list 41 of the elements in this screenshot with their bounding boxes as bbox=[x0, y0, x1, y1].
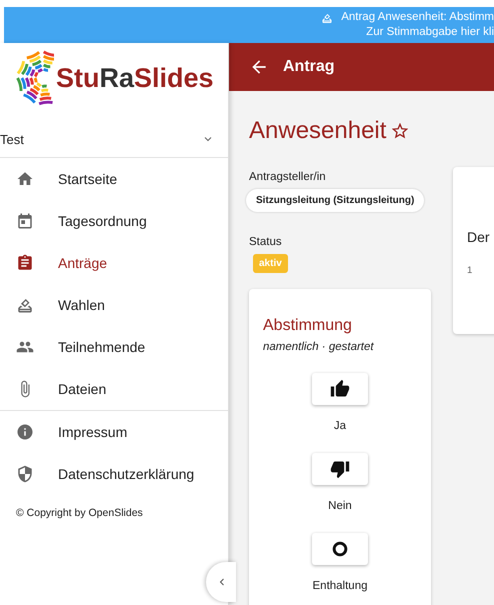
card-heading: Der bbox=[467, 229, 491, 245]
banner-text: Zur Stimmabgabe hier kli bbox=[366, 25, 494, 40]
status-badge: aktiv bbox=[253, 254, 288, 273]
ballot-box-icon bbox=[321, 12, 334, 24]
poll-subtitle: namentlich · gestartet bbox=[263, 341, 375, 353]
motion-title: Anwesenheit bbox=[249, 117, 386, 145]
nav-item[interactable]: Impressum bbox=[0, 411, 228, 453]
clipboard-icon bbox=[16, 254, 34, 272]
field-label: Status bbox=[249, 236, 283, 248]
logo-text: StuRaSlides bbox=[56, 62, 214, 94]
vote-button[interactable] bbox=[312, 533, 368, 565]
star-icon[interactable] bbox=[392, 123, 408, 139]
header-title: Antrag bbox=[283, 58, 335, 76]
vote-button[interactable] bbox=[312, 373, 368, 405]
vote-label: Enthaltung bbox=[312, 580, 368, 592]
home-icon bbox=[16, 170, 34, 188]
thumb-up-icon bbox=[330, 379, 350, 399]
ballot-box-icon bbox=[16, 296, 34, 314]
logo-icon bbox=[14, 49, 54, 107]
copyright-text: © Copyright by OpenSlides bbox=[15, 506, 144, 519]
nav-item[interactable]: Tagesordnung bbox=[0, 200, 228, 242]
nav-item[interactable]: Wahlen bbox=[0, 284, 228, 326]
submitter-chip: Sitzungsleitung (Sitzungsleitung) bbox=[246, 189, 424, 212]
thumb-down-icon bbox=[330, 459, 350, 479]
field-label: Antragsteller/in bbox=[249, 171, 327, 183]
circle-icon bbox=[330, 539, 350, 559]
vote-label: Nein bbox=[328, 500, 352, 512]
nav-item[interactable]: Datenschutzerklärung bbox=[0, 453, 228, 495]
banner-text: Antrag Anwesenheit: Abstimm bbox=[341, 10, 494, 25]
meeting-select[interactable]: Test bbox=[0, 121, 228, 158]
poll-title: Abstimmung bbox=[263, 317, 353, 335]
nav-item[interactable]: Anträge bbox=[0, 242, 228, 284]
nav-item[interactable]: Dateien bbox=[0, 368, 228, 410]
calendar-icon bbox=[16, 212, 34, 230]
vote-button[interactable] bbox=[312, 453, 368, 485]
line-number: 1 bbox=[467, 265, 474, 276]
nav-item[interactable]: Startseite bbox=[0, 158, 228, 200]
vote-label: Ja bbox=[334, 420, 346, 432]
nav-item[interactable]: Teilnehmende bbox=[0, 326, 228, 368]
info-icon bbox=[16, 423, 34, 441]
shield-icon bbox=[16, 465, 34, 483]
